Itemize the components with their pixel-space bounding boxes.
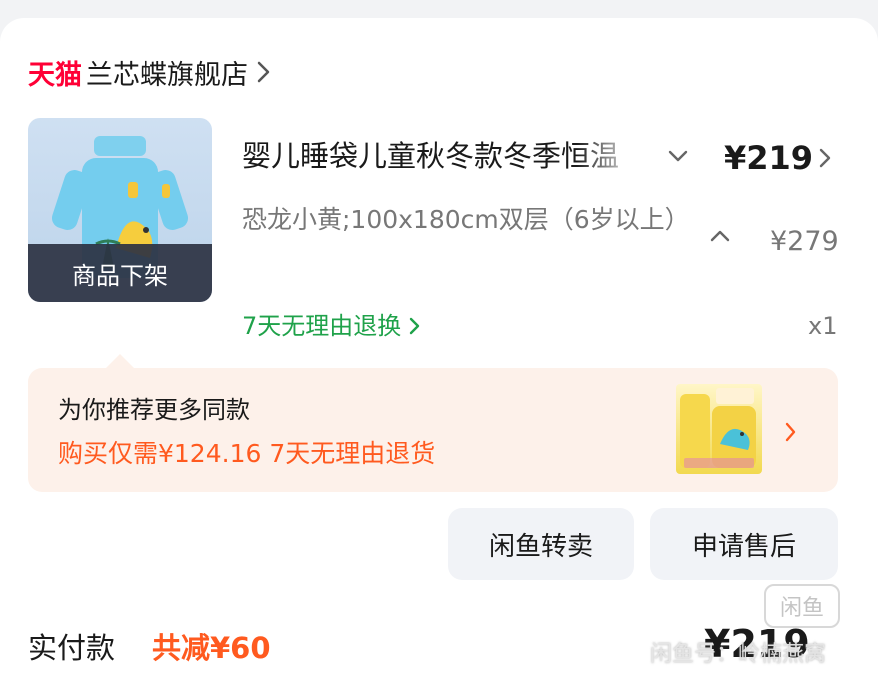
store-name[interactable]: 兰芯蝶旗舰店	[86, 53, 248, 92]
chevron-right-icon[interactable]	[782, 418, 800, 446]
original-price: ¥279	[770, 226, 839, 257]
recommendation-title: 为你推荐更多同款	[58, 396, 250, 424]
discount-total: 共减¥60	[152, 631, 271, 665]
return-policy-label: 7天无理由退换	[242, 312, 402, 340]
product-thumbnail[interactable]: 商品下架	[28, 118, 212, 302]
product-title[interactable]: 婴儿睡袋儿童秋冬款冬季恒温	[242, 134, 640, 178]
recommendation-subtitle: 购买仅需¥124.16 7天无理由退货	[58, 439, 436, 468]
banner-pointer	[106, 354, 134, 368]
chevron-down-icon[interactable]	[664, 140, 692, 172]
watermark-text: 闲鱼号：岭楠燕窝	[650, 642, 827, 667]
tmall-logo: 天猫	[28, 59, 82, 91]
watermark-logo: 闲鱼	[764, 584, 840, 628]
store-header[interactable]: 天猫 兰芯蝶旗舰店	[28, 52, 272, 92]
quantity: x1	[808, 312, 838, 340]
item-price: ¥219	[724, 139, 814, 177]
chevron-right-icon	[410, 317, 420, 335]
paid-label: 实付款	[28, 631, 116, 665]
resell-button[interactable]: 闲鱼转卖	[448, 508, 634, 580]
after-sales-button[interactable]: 申请售后	[650, 508, 838, 580]
chevron-right-icon[interactable]	[256, 59, 272, 85]
return-policy-link[interactable]: 7天无理由退换	[242, 306, 423, 346]
status-overlay: 商品下架	[28, 244, 212, 302]
chevron-up-icon[interactable]	[704, 224, 736, 248]
dinosaur-sleeping-bag-image	[680, 388, 756, 468]
product-variant: 恐龙小黄;100x180cm双层（6岁以上）	[242, 205, 690, 234]
chevron-right-icon[interactable]	[816, 142, 836, 174]
recommendation-thumbnail[interactable]	[676, 384, 762, 474]
